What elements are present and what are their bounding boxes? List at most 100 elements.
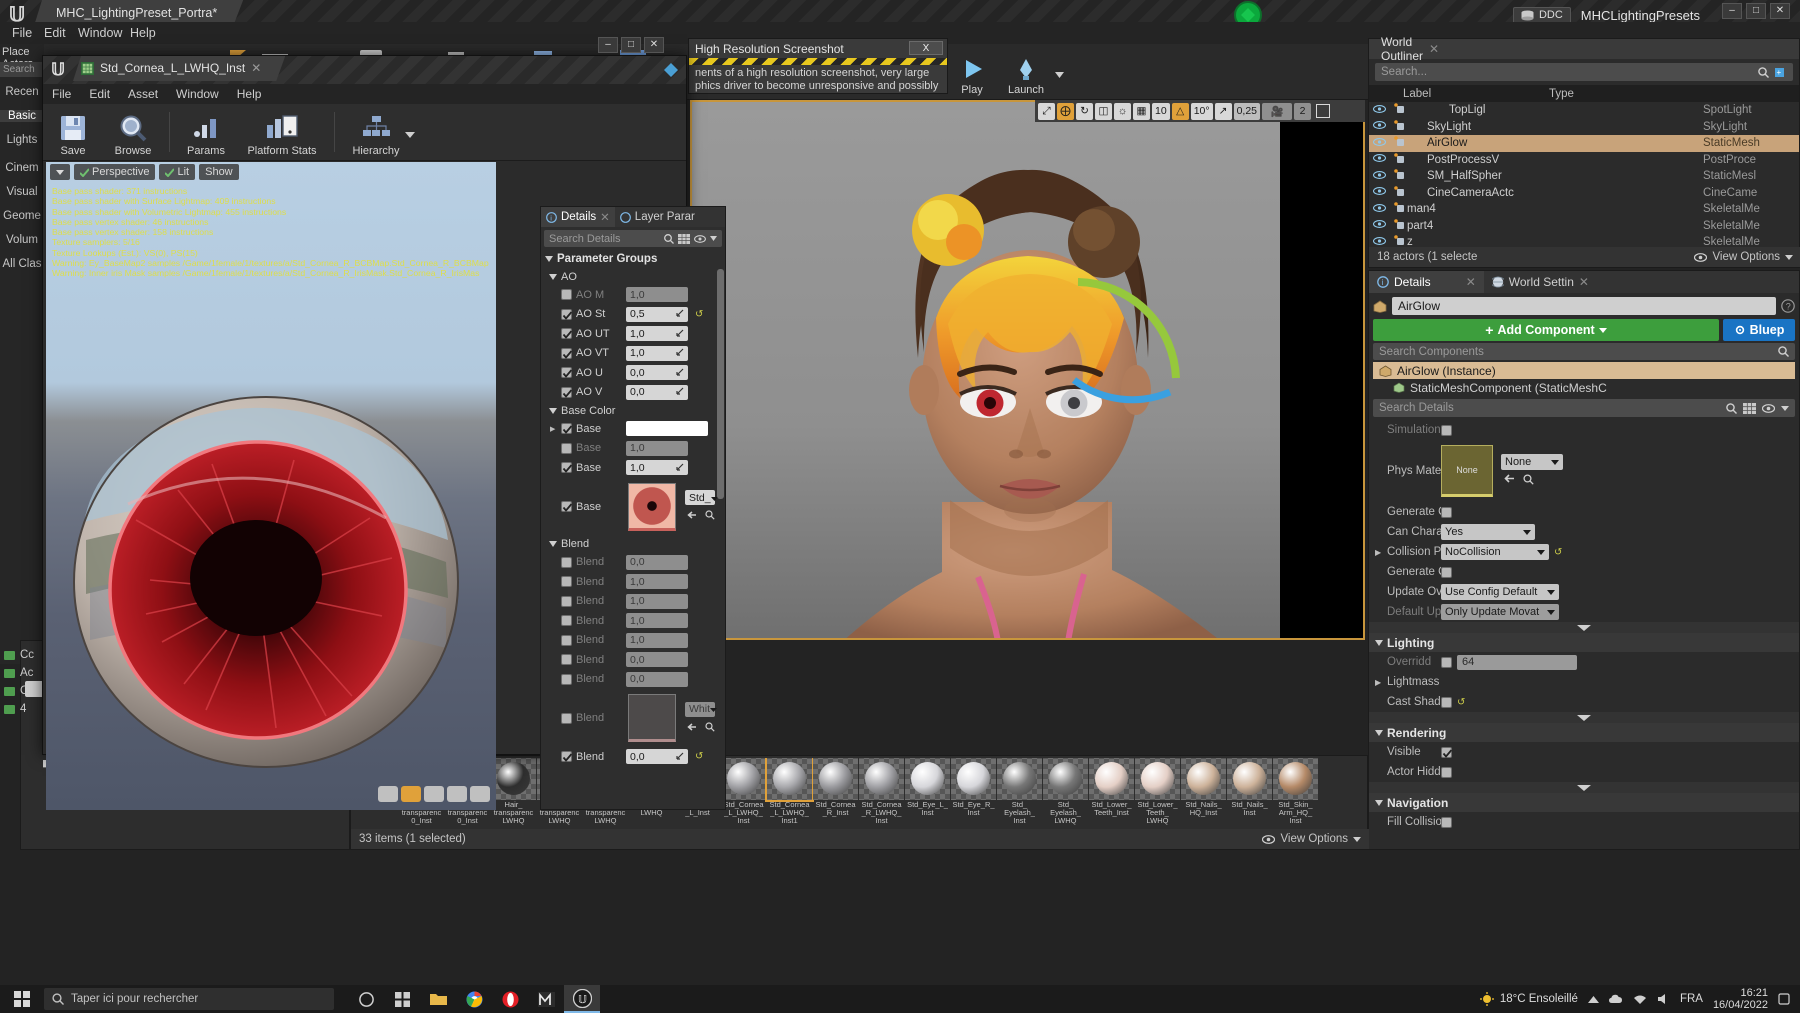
material-minimize-button[interactable]: – [598,37,618,53]
checkbox[interactable] [1441,657,1452,668]
visibility-eye-icon[interactable] [1373,154,1391,165]
asset-combo[interactable]: None [1501,454,1563,470]
material-menu-asset[interactable]: Asset [119,84,167,104]
rotate-mode-button[interactable]: ↻ [1076,103,1093,120]
browse-to-asset-icon[interactable] [1523,474,1534,488]
content-browser-view-options[interactable]: View Options [1280,833,1348,845]
param-checkbox[interactable] [561,387,572,398]
content-browser-item[interactable]: Std_Lower_ Teeth_ LWHQ [1135,758,1180,826]
material-close-button[interactable]: ✕ [644,37,664,53]
drag-handle-icon[interactable] [676,367,684,379]
material-group-header[interactable]: Blend [541,536,725,553]
content-browser-item[interactable]: Std_ Eyelash_ LWHQ [1043,758,1088,826]
content-item-thumbnail[interactable] [1181,758,1226,800]
revert-icon[interactable]: ↺ [695,309,703,320]
outliner-search-input[interactable]: Search... + [1375,63,1793,81]
content-item-thumbnail[interactable] [1089,758,1134,800]
param-checkbox[interactable] [561,674,572,685]
start-button[interactable] [0,985,44,1013]
maximize-viewport-icon[interactable] [1316,104,1330,118]
weather-widget[interactable]: 18°C Ensoleillé [1479,992,1578,1006]
section-collapse-handle[interactable] [1369,712,1799,723]
content-item-thumbnail[interactable] [813,758,858,800]
content-item-thumbnail[interactable] [767,758,812,800]
revert-icon[interactable]: ↺ [1554,547,1562,558]
material-menu-edit[interactable]: Edit [80,84,119,104]
visibility-eye-icon[interactable] [1373,220,1391,231]
detail-number-field[interactable]: 64 [1457,655,1577,670]
param-checkbox[interactable] [561,289,572,300]
content-browser-item[interactable]: Std_Cornea _L_LWHQ_ Inst1 [767,758,812,826]
material-details-scrollbar[interactable] [717,269,724,499]
param-checkbox[interactable] [561,309,572,320]
visibility-eye-icon[interactable] [1373,204,1391,215]
content-tree-top-row[interactable]: Ac [4,664,44,682]
param-number-field[interactable]: 0,0 [626,385,688,400]
marvelous-designer-icon[interactable] [528,985,564,1013]
material-menu-help[interactable]: Help [228,84,271,104]
revert-icon[interactable]: ↺ [695,751,703,762]
onedrive-icon[interactable] [1609,993,1623,1005]
mode-item-geometry[interactable]: Geome [0,210,44,222]
material-tab-details[interactable]: i Details ✕ [541,207,615,227]
mode-item-recent[interactable]: Recen [0,86,44,98]
material-menu-file[interactable]: File [43,84,80,104]
widgets-icon[interactable] [384,985,420,1013]
content-browser-item[interactable]: Std_Lower_ Teeth_Inst [1089,758,1134,826]
close-button[interactable]: ✕ [1770,3,1790,19]
volume-icon[interactable] [1657,993,1670,1005]
mode-item-cinematic[interactable]: Cinem [0,162,44,174]
param-checkbox[interactable] [561,501,572,512]
param-checkbox[interactable] [561,713,572,724]
visibility-eye-icon[interactable] [1373,121,1391,132]
param-number-field[interactable]: 0,0 [626,555,688,570]
param-number-field[interactable]: 1,0 [626,613,688,628]
taskbar-search-input[interactable]: Taper ici pour rechercher [44,988,334,1010]
grid-size-value[interactable]: 10 [1152,103,1170,120]
outliner-row[interactable]: man4SkeletalMe [1369,201,1799,218]
revert-icon[interactable]: ↺ [1457,697,1465,708]
modes-search-input[interactable]: Search [0,62,42,77]
param-checkbox[interactable] [561,654,572,665]
param-number-field[interactable]: 1,0 [626,460,688,475]
menu-file[interactable]: File [4,22,40,44]
param-checkbox[interactable] [561,635,572,646]
tab-details[interactable]: i Details ✕ [1369,271,1484,293]
detail-combo[interactable]: Only Update Movat [1441,604,1559,620]
param-checkbox[interactable] [561,576,572,587]
component-row-root[interactable]: AirGlow (Instance) [1373,362,1795,379]
detail-section-header[interactable]: Navigation [1369,793,1799,812]
minimize-button[interactable]: – [1722,3,1742,19]
outliner-row[interactable]: SM_HalfSpherStaticMesl [1369,168,1799,185]
world-outliner-tab[interactable]: World Outliner ✕ [1369,39,1799,59]
viewport-options-button[interactable] [50,164,70,180]
file-explorer-icon[interactable] [420,985,456,1013]
coord-space-button[interactable]: ☼ [1114,103,1131,120]
expand-caret-icon[interactable]: ▶ [1375,548,1381,557]
content-tree-top-row[interactable]: Cc [4,646,44,664]
checkbox[interactable] [1441,425,1452,436]
preview-mesh-button[interactable] [470,786,490,802]
camera-icon[interactable]: 🎥 [1262,103,1292,120]
checkbox[interactable] [1441,567,1452,578]
param-checkbox[interactable] [561,443,572,454]
use-selected-icon[interactable] [687,722,697,735]
content-item-thumbnail[interactable] [997,758,1042,800]
content-browser-item[interactable]: Std_Nails_ Inst [1227,758,1272,826]
param-texture-thumbnail[interactable] [628,483,676,531]
material-preview-viewport[interactable]: Perspective Lit Show Base pass shader: 3… [46,162,496,810]
outliner-row[interactable]: TopLiglSpotLight [1369,102,1799,119]
mode-item-basic[interactable]: Basic [0,110,44,122]
launch-button[interactable]: Launch [999,44,1053,98]
param-number-field[interactable]: 0,0 [626,749,688,764]
preview-cube-button[interactable] [447,786,467,802]
content-item-thumbnail[interactable] [859,758,904,800]
material-maximize-button[interactable]: □ [621,37,641,53]
param-number-field[interactable]: 1,0 [626,287,688,302]
params-button[interactable]: Params [176,105,236,160]
show-button[interactable]: Show [199,164,239,180]
content-item-thumbnail[interactable] [1273,758,1318,800]
param-checkbox[interactable] [561,751,572,762]
add-component-button[interactable]: + Add Component [1373,319,1719,341]
browse-button[interactable]: Browse [103,105,163,160]
